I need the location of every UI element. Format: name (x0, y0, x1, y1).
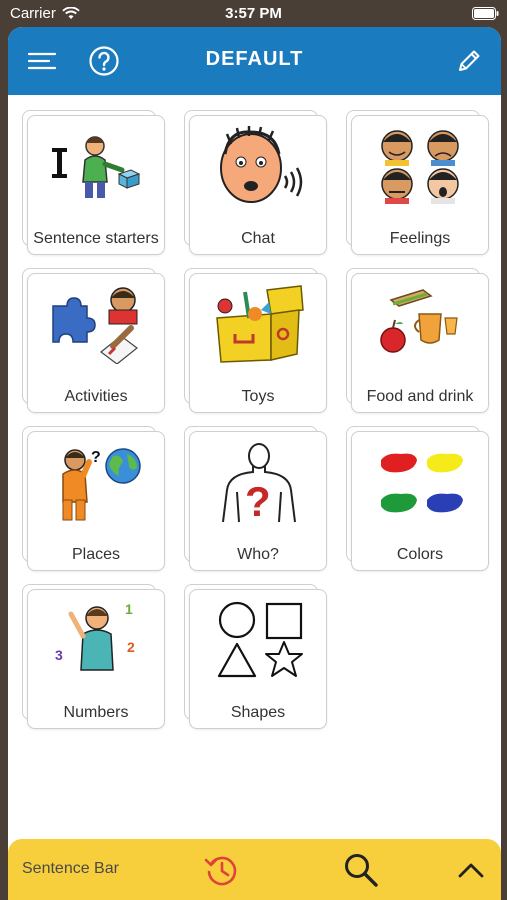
clock: 3:57 PM (225, 5, 282, 22)
shapes-icon (217, 601, 303, 678)
tile-toys[interactable]: Toys (184, 268, 327, 413)
svg-text:3: 3 (55, 647, 63, 663)
tile-label: Chat (241, 230, 275, 247)
tile-label: Activities (64, 388, 128, 405)
chat-icon (220, 126, 303, 203)
who-icon: ? (222, 443, 296, 522)
tile-label: Places (71, 546, 121, 563)
search-icon (345, 854, 378, 887)
header-bar: DEFAULT (8, 27, 501, 95)
svg-text:2: 2 (127, 639, 135, 655)
tile-label: Who? (237, 546, 279, 563)
tile-label: Toys (241, 388, 275, 405)
activities-icon (52, 287, 138, 364)
expand-button[interactable] (452, 851, 490, 889)
tile-sentence-starters[interactable]: Sentence starters (22, 110, 165, 255)
toys-icon (216, 285, 304, 363)
edit-button[interactable] (451, 43, 487, 79)
search-button[interactable] (342, 851, 380, 889)
tile-who[interactable]: ? Who? (184, 426, 327, 571)
tile-label: Feelings (389, 230, 451, 247)
feelings-icon (381, 130, 459, 204)
sentence-bar-label: Sentence Bar (22, 860, 119, 877)
tile-chat[interactable]: Chat (184, 110, 327, 255)
tile-shapes[interactable]: Shapes (184, 584, 327, 729)
svg-text:1: 1 (125, 601, 133, 617)
battery-icon (472, 7, 499, 20)
colors-icon (381, 453, 463, 513)
sentence-starters-icon (52, 136, 141, 198)
tile-label: Shapes (230, 704, 286, 721)
places-icon: ? (62, 448, 141, 521)
tile-label: Food and drink (366, 388, 474, 405)
app-window: DEFAULT Sentence starters Chat Feelings … (8, 27, 501, 900)
history-button[interactable] (202, 851, 240, 889)
page-title: DEFAULT (205, 48, 304, 70)
tile-places[interactable]: ? Places (22, 426, 165, 571)
pencil-icon (459, 50, 480, 71)
tile-numbers[interactable]: 1 2 3 Numbers (22, 584, 165, 729)
history-icon (204, 856, 237, 886)
numbers-icon: 1 2 3 (55, 601, 135, 671)
tile-feelings[interactable]: Feelings (346, 110, 489, 255)
svg-text:?: ? (245, 478, 271, 522)
tile-food-and-drink[interactable]: Food and drink (346, 268, 489, 413)
tile-label: Numbers (63, 704, 129, 721)
tile-label: Sentence starters (33, 230, 159, 247)
tile-label: Colors (396, 546, 444, 563)
status-bar: Carrier 3:57 PM (0, 0, 507, 28)
chevron-up-icon (458, 863, 484, 878)
sentence-bar[interactable]: Sentence Bar (8, 839, 501, 900)
svg-text:?: ? (91, 449, 101, 466)
tile-activities[interactable]: Activities (22, 268, 165, 413)
tile-colors[interactable]: Colors (346, 426, 489, 571)
food-drink-icon (380, 289, 458, 353)
